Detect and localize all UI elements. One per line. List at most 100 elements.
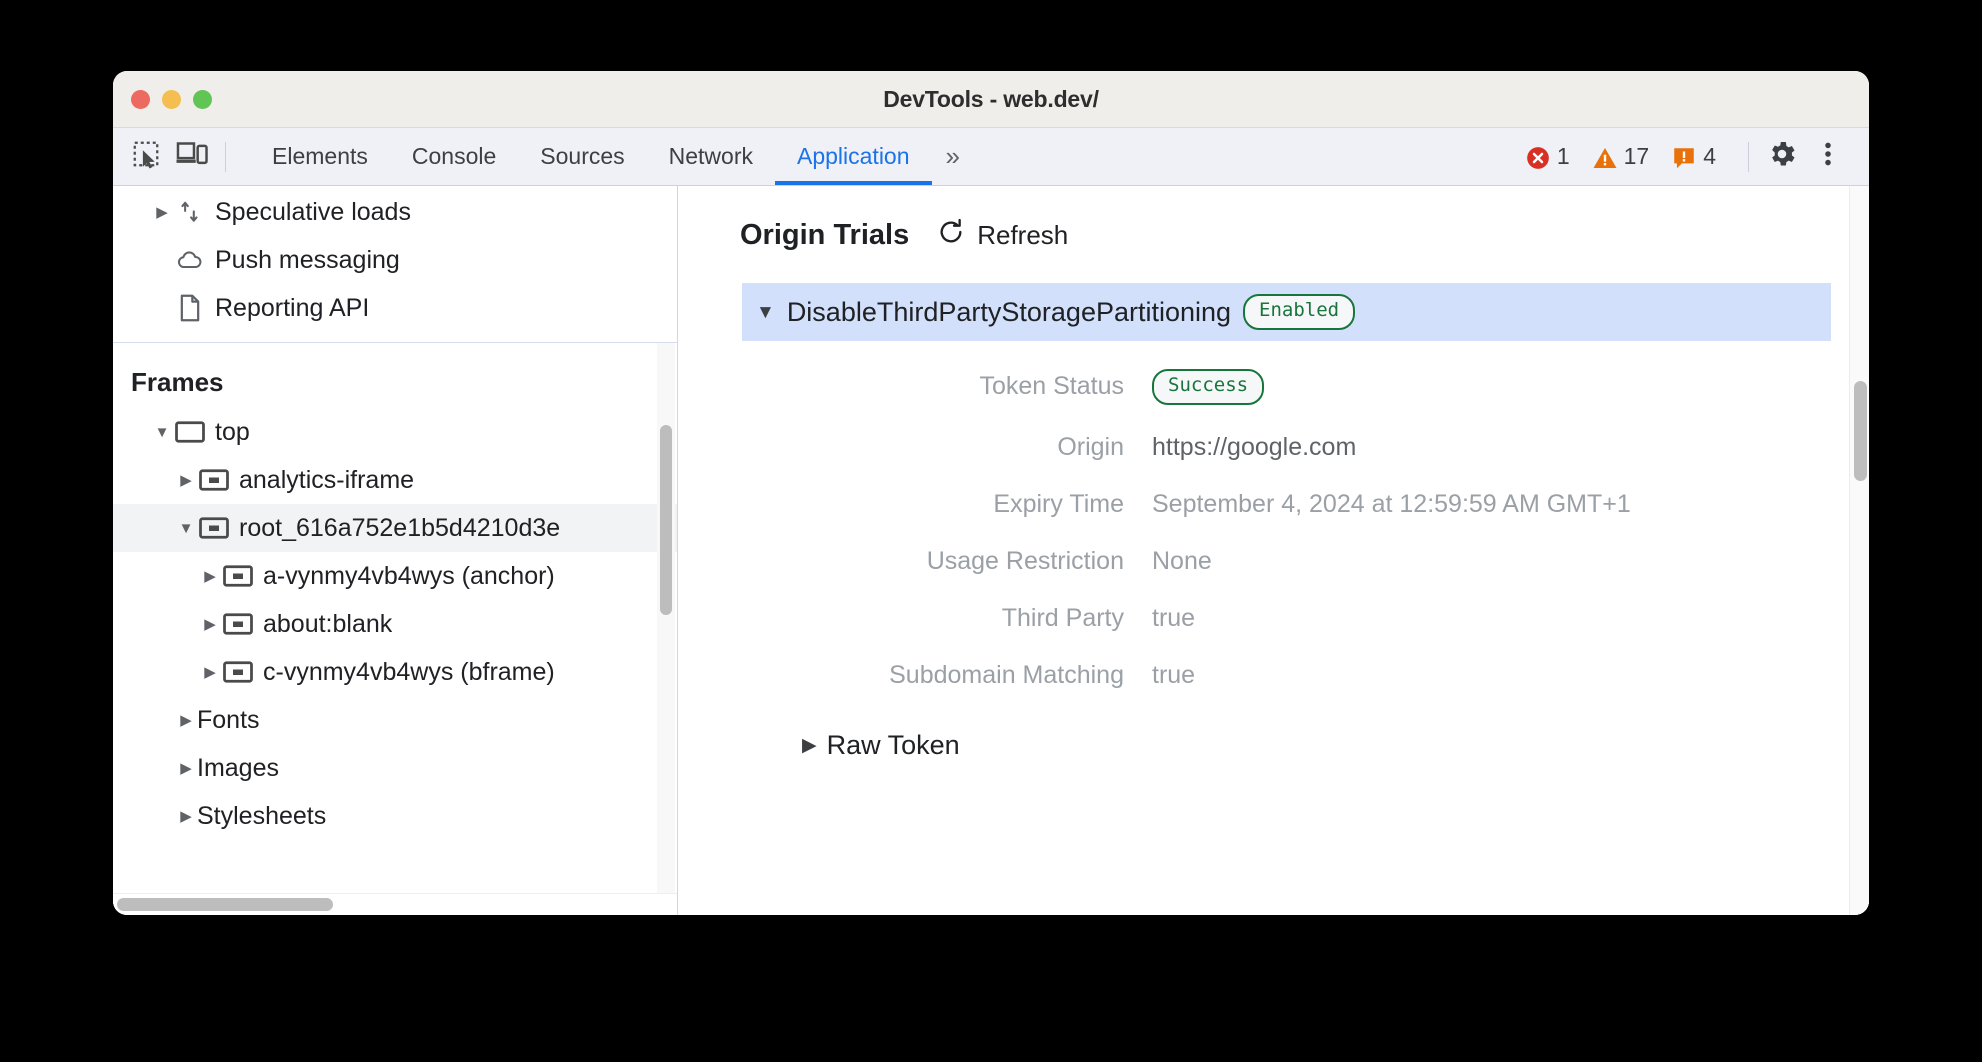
detail-value: true <box>1152 604 1195 633</box>
sidebar-item-bframe[interactable]: ▶ c-vynmy4vb4wys (bframe) <box>113 648 677 696</box>
refresh-icon <box>937 218 965 253</box>
chevron-down-icon[interactable]: ▼ <box>756 303 775 322</box>
devtools-toolbar: Elements Console Sources Network Applica… <box>113 128 1869 186</box>
sidebar-vertical-scrollbar[interactable] <box>657 343 675 893</box>
sidebar-frames-tree: Frames ▼ top ▶ <box>113 343 677 893</box>
tab-console[interactable]: Console <box>390 128 518 185</box>
tab-sources[interactable]: Sources <box>518 128 646 185</box>
origin-trial-name: DisableThirdPartyStoragePartitioning <box>787 297 1231 328</box>
error-count: 1 <box>1557 143 1570 170</box>
sidebar-item-label: Images <box>197 754 279 783</box>
iframe-icon <box>221 564 255 588</box>
sidebar-item-anchor-frame[interactable]: ▶ a-vynmy4vb4wys (anchor) <box>113 552 677 600</box>
issue-counter[interactable]: 4 <box>1671 143 1716 170</box>
sidebar-item-label: Speculative loads <box>215 198 411 227</box>
sidebar-item-label: Fonts <box>197 706 260 735</box>
device-toolbar-button[interactable] <box>169 137 215 177</box>
more-options-button[interactable] <box>1805 137 1851 177</box>
cloud-icon <box>173 247 207 273</box>
sidebar-vertical-scroll-thumb[interactable] <box>660 425 672 615</box>
chevron-right-icon[interactable]: ▶ <box>199 663 221 681</box>
main-vertical-scrollbar[interactable] <box>1849 186 1869 915</box>
sidebar-item-label: root_616a752e1b5d4210d3e <box>239 514 560 543</box>
warning-triangle-icon <box>1592 145 1616 169</box>
sidebar-item-reporting-api[interactable]: ▶ Reporting API <box>113 284 677 332</box>
detail-row-expiry-time: Expiry Time September 4, 2024 at 12:59:5… <box>740 490 1869 519</box>
sidebar-item-label: about:blank <box>263 610 392 639</box>
frames-section-title: Frames <box>113 355 677 408</box>
iframe-icon <box>197 516 231 540</box>
sidebar-item-label: Reporting API <box>215 294 369 323</box>
main-vertical-scroll-thumb[interactable] <box>1854 381 1867 481</box>
detail-value: true <box>1152 661 1195 690</box>
error-circle-icon <box>1525 145 1549 169</box>
chevron-placeholder: ▶ <box>151 251 173 269</box>
detail-row-subdomain-matching: Subdomain Matching true <box>740 661 1869 690</box>
detail-row-origin: Origin https://google.com <box>740 433 1869 462</box>
tab-network[interactable]: Network <box>647 128 775 185</box>
issue-bubble-icon <box>1671 145 1695 169</box>
sidebar-item-about-blank[interactable]: ▶ about:blank <box>113 600 677 648</box>
chevron-right-icon[interactable]: ▶ <box>802 734 817 757</box>
detail-label: Origin <box>740 433 1152 462</box>
sidebar-item-root-frame[interactable]: ▼ root_616a752e1b5d4210d3e <box>113 504 677 552</box>
inspect-element-button[interactable] <box>123 137 169 177</box>
frame-top-icon <box>173 420 207 444</box>
settings-button[interactable] <box>1759 137 1805 177</box>
detail-label: Expiry Time <box>740 490 1152 519</box>
origin-trial-header-row[interactable]: ▼ DisableThirdPartyStoragePartitioning E… <box>742 283 1831 341</box>
chevron-down-icon[interactable]: ▼ <box>175 520 197 537</box>
origin-trials-content: Origin Trials Refresh ▼ DisableThirdP <box>678 186 1869 761</box>
toolbar-divider <box>225 142 226 172</box>
warning-count: 17 <box>1624 143 1650 170</box>
warning-counter[interactable]: 17 <box>1592 143 1650 170</box>
sidebar-item-fonts[interactable]: ▶ Fonts <box>113 696 677 744</box>
tab-elements[interactable]: Elements <box>250 128 390 185</box>
sidebar-horizontal-scroll-thumb[interactable] <box>117 898 333 911</box>
sidebar-item-analytics-iframe[interactable]: ▶ analytics-iframe <box>113 456 677 504</box>
window-titlebar: DevTools - web.dev/ <box>113 71 1869 128</box>
chevron-placeholder: ▶ <box>151 299 173 317</box>
detail-row-third-party: Third Party true <box>740 604 1869 633</box>
inspect-element-icon <box>131 139 161 174</box>
detail-value: None <box>1152 547 1212 576</box>
sidebar-item-speculative-loads[interactable]: ▶ Speculative loads <box>113 188 677 236</box>
token-status-badge: Success <box>1152 369 1264 405</box>
sidebar-item-top[interactable]: ▼ top <box>113 408 677 456</box>
error-counter[interactable]: 1 <box>1525 143 1570 170</box>
page-title: Origin Trials <box>740 219 909 252</box>
sidebar-item-stylesheets[interactable]: ▶ Stylesheets <box>113 792 677 840</box>
chevron-right-icon[interactable]: ▶ <box>175 759 197 777</box>
origin-trials-panel: Origin Trials Refresh ▼ DisableThirdP <box>678 186 1869 915</box>
sidebar-horizontal-scrollbar[interactable] <box>113 893 677 915</box>
window-title: DevTools - web.dev/ <box>113 86 1869 113</box>
devtools-content: ▶ Speculative loads ▶ <box>113 186 1869 915</box>
chevron-right-icon[interactable]: ▶ <box>175 711 197 729</box>
chevron-right-icon[interactable]: ▶ <box>199 615 221 633</box>
refresh-button[interactable]: Refresh <box>937 218 1068 253</box>
sidebar-item-images[interactable]: ▶ Images <box>113 744 677 792</box>
sidebar-item-label: c-vynmy4vb4wys (bframe) <box>263 658 555 687</box>
sidebar-item-push-messaging[interactable]: ▶ Push messaging <box>113 236 677 284</box>
more-tabs-button[interactable]: » <box>932 128 974 185</box>
detail-label: Usage Restriction <box>740 547 1152 576</box>
refresh-label: Refresh <box>977 220 1068 251</box>
tab-application[interactable]: Application <box>775 128 932 185</box>
detail-label: Token Status <box>740 372 1152 401</box>
toolbar-right-group: 1 17 <box>1525 137 1869 177</box>
raw-token-label: Raw Token <box>827 730 960 761</box>
iframe-icon <box>221 612 255 636</box>
document-icon <box>173 294 207 322</box>
chevron-right-icon[interactable]: ▶ <box>175 471 197 489</box>
issue-count: 4 <box>1703 143 1716 170</box>
chevron-right-icon[interactable]: ▶ <box>151 203 173 221</box>
trial-status-badge: Enabled <box>1243 294 1355 330</box>
chevron-right-icon[interactable]: ▶ <box>199 567 221 585</box>
chevron-down-icon[interactable]: ▼ <box>151 424 173 441</box>
iframe-icon <box>221 660 255 684</box>
raw-token-toggle[interactable]: ▶ Raw Token <box>802 730 1869 761</box>
speculative-loads-icon <box>173 199 207 225</box>
sidebar-item-label: Push messaging <box>215 246 400 275</box>
chevron-right-icon[interactable]: ▶ <box>175 807 197 825</box>
panel-header: Origin Trials Refresh <box>740 218 1869 253</box>
